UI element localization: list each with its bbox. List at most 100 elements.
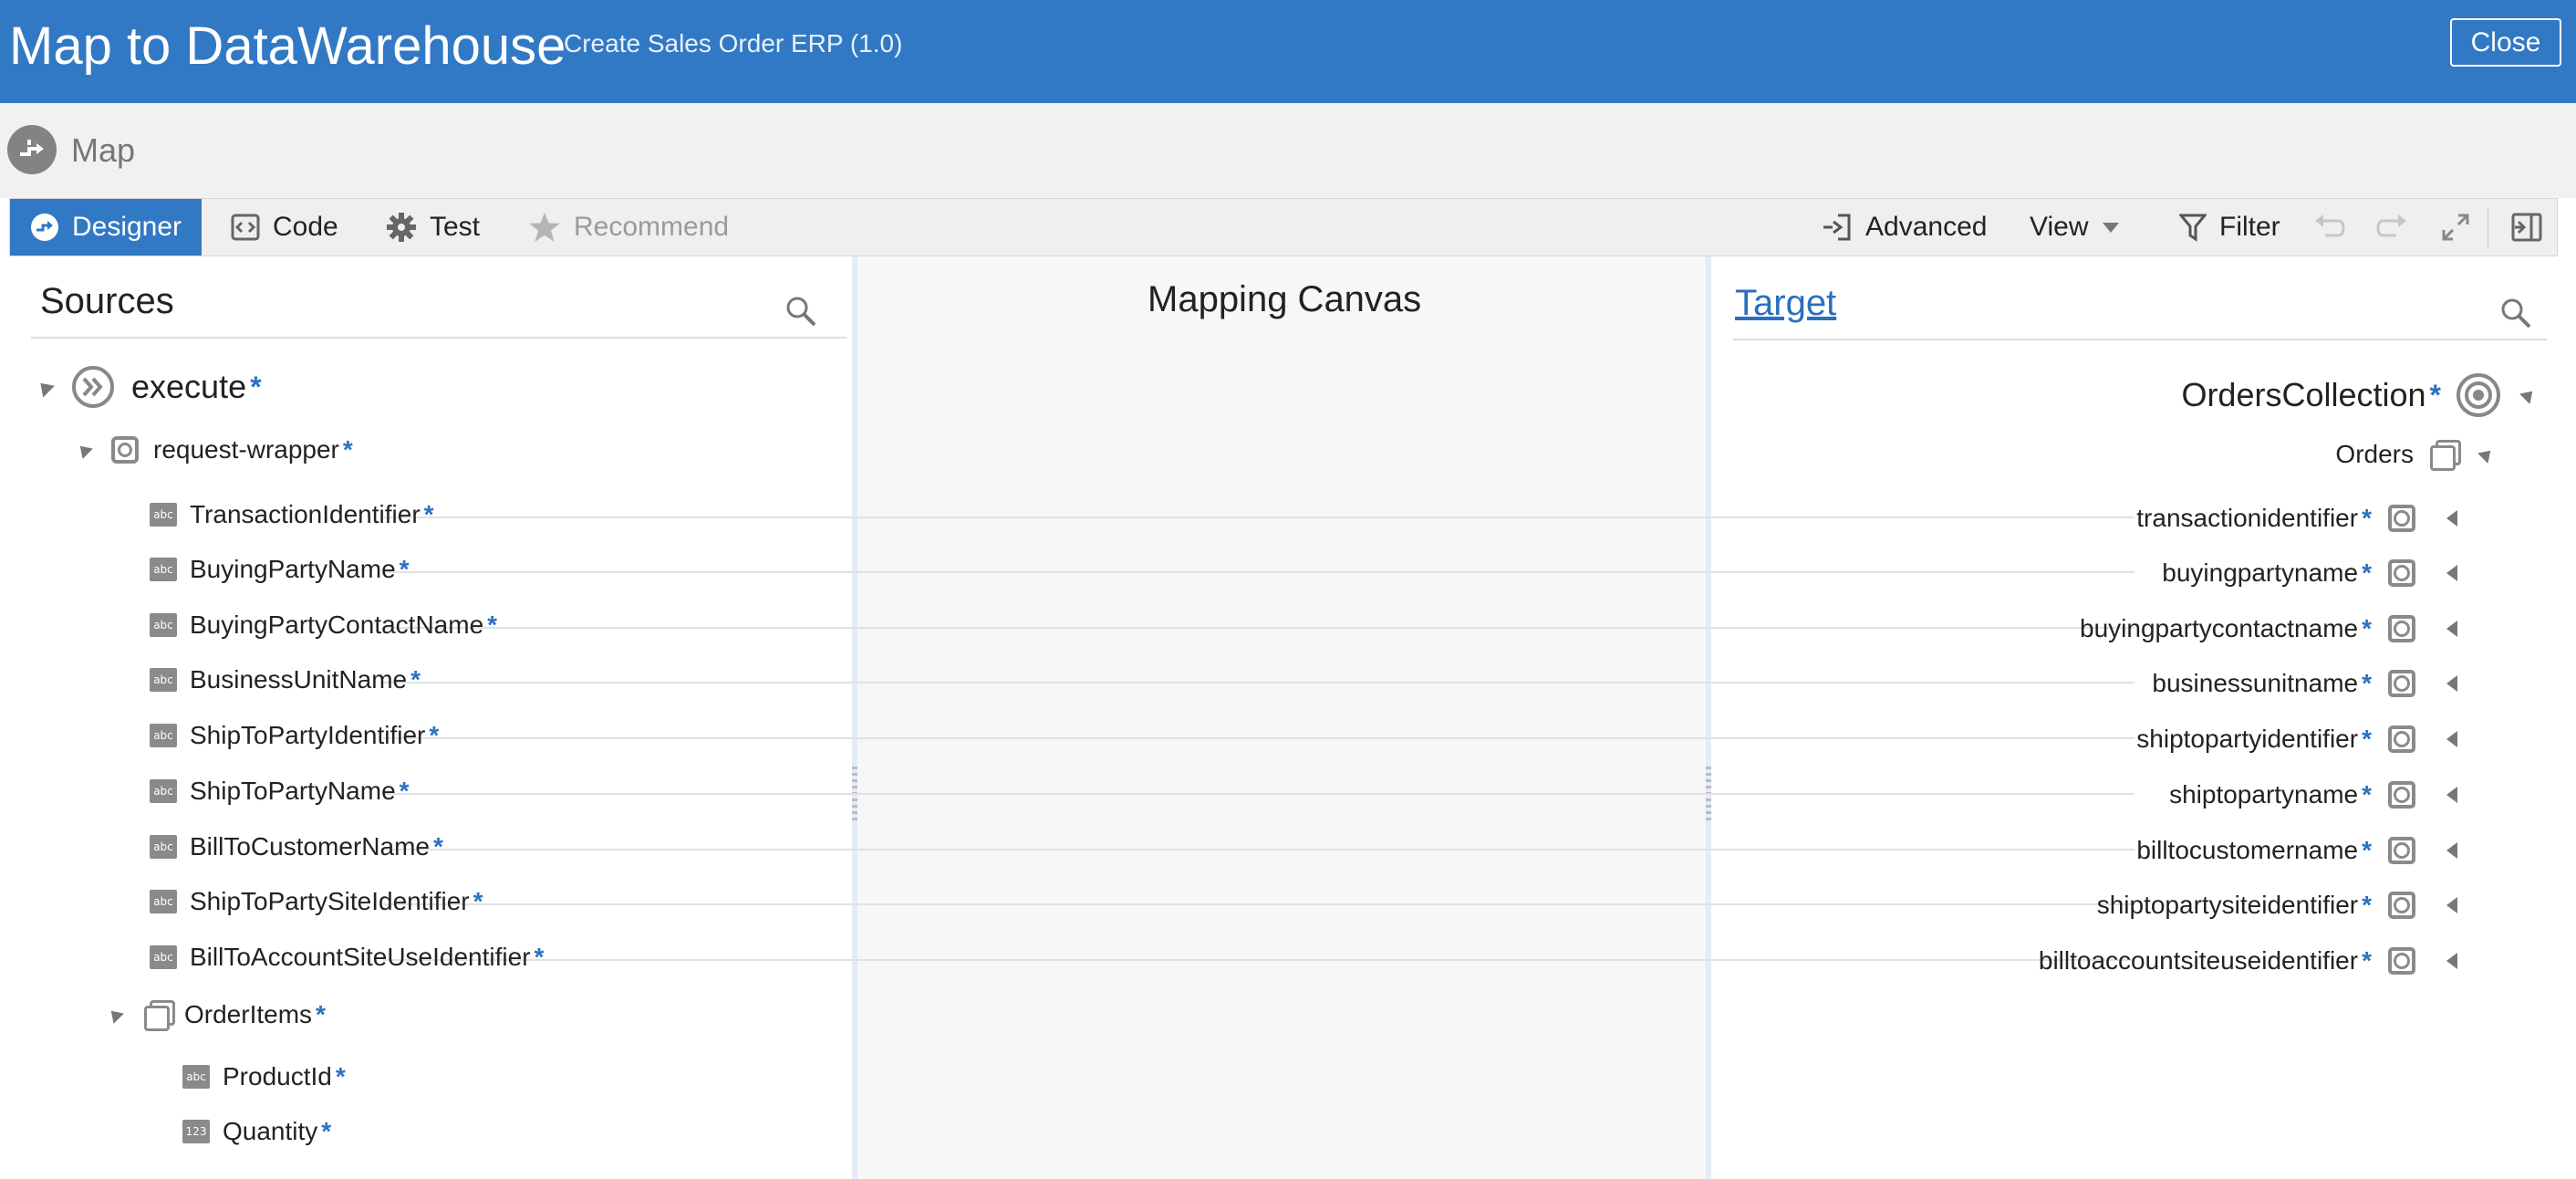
required-marker: *	[335, 1062, 346, 1090]
target-title[interactable]: Target	[1735, 280, 1836, 326]
required-marker: *	[342, 435, 353, 464]
required-marker: *	[432, 832, 443, 861]
string-type-icon: abc	[150, 945, 177, 969]
field-label: ShipToPartyName	[190, 777, 396, 805]
source-field-row[interactable]: abc BusinessUnitName *	[150, 665, 421, 694]
mapping-line[interactable]	[383, 793, 2135, 795]
tree-node-execute[interactable]: execute *	[35, 365, 262, 409]
target-field-row[interactable]: shiptopartyname *	[2169, 780, 2457, 809]
collapse-left-icon[interactable]	[2446, 675, 2457, 692]
tab-code[interactable]: Code	[231, 199, 338, 256]
string-type-icon: abc	[150, 558, 177, 581]
close-button[interactable]: Close	[2450, 18, 2561, 67]
source-field-row[interactable]: abc ShipToPartySiteIdentifier *	[150, 887, 483, 916]
collapse-left-icon[interactable]	[2446, 897, 2457, 913]
advanced-icon	[1822, 212, 1853, 243]
required-marker: *	[2362, 669, 2372, 697]
source-field-row[interactable]: abc BillToCustomerName *	[150, 832, 443, 861]
mapping-line[interactable]	[383, 682, 2135, 683]
mapping-line[interactable]	[383, 516, 2135, 518]
field-label: BusinessUnitName	[190, 665, 408, 694]
field-label: BuyingPartyContactName	[190, 610, 484, 639]
target-node-orderscollection[interactable]: OrdersCollection *	[2181, 372, 2538, 418]
source-field-row[interactable]: abc ShipToPartyIdentifier *	[150, 721, 439, 750]
redo-button[interactable]	[2376, 199, 2409, 256]
advanced-button[interactable]: Advanced	[1822, 199, 1987, 256]
collapse-left-icon[interactable]	[2446, 731, 2457, 747]
collapse-left-icon[interactable]	[2446, 953, 2457, 969]
tab-test[interactable]: Test	[386, 199, 480, 256]
tab-designer[interactable]: Designer	[10, 199, 202, 256]
string-type-icon: abc	[150, 503, 177, 527]
designer-icon	[30, 213, 59, 242]
mapping-line[interactable]	[383, 959, 2135, 961]
collapse-triangle-icon[interactable]	[2519, 386, 2538, 404]
sources-title-rule	[31, 337, 847, 339]
number-type-icon: 123	[182, 1120, 210, 1143]
collapse-triangle-icon[interactable]	[75, 441, 93, 459]
collapse-left-icon[interactable]	[2446, 787, 2457, 803]
source-field-row[interactable]: abc BuyingPartyName *	[150, 555, 410, 584]
field-node-icon	[2388, 892, 2415, 919]
required-marker: *	[2362, 780, 2372, 809]
field-node-icon	[2388, 670, 2415, 697]
required-marker: *	[2362, 891, 2372, 919]
expand-button[interactable]	[2440, 199, 2471, 256]
target-field-row[interactable]: billtoaccountsiteuseidentifier *	[2039, 946, 2457, 976]
collapse-left-icon[interactable]	[2446, 565, 2457, 581]
field-label: BillToCustomerName	[190, 832, 430, 861]
target-field-row[interactable]: buyingpartycontactname *	[2080, 614, 2457, 643]
tab-recommend[interactable]: Recommend	[528, 199, 729, 256]
chevron-down-icon	[2103, 222, 2120, 233]
field-label: BillToAccountSiteUseIdentifier	[190, 943, 531, 971]
undo-button[interactable]	[2312, 199, 2345, 256]
mapping-line[interactable]	[383, 903, 2135, 905]
target-field-row[interactable]: transactionidentifier *	[2136, 504, 2457, 533]
target-node-orders[interactable]: Orders	[2335, 440, 2496, 471]
target-field-row[interactable]: shiptopartyidentifier *	[2136, 725, 2457, 754]
field-node-icon	[2388, 947, 2415, 975]
app-header: Map to DataWarehouse Create Sales Order …	[0, 0, 2576, 103]
source-field-quantity[interactable]: 123 Quantity *	[182, 1117, 331, 1146]
target-field-row[interactable]: billtocustomername *	[2136, 836, 2457, 865]
required-marker: *	[321, 1117, 332, 1145]
map-icon	[7, 125, 57, 174]
mapping-line[interactable]	[383, 849, 2135, 850]
required-marker: *	[2362, 558, 2372, 587]
mapping-canvas[interactable]: Mapping Canvas	[853, 256, 1710, 1179]
field-label: Quantity	[223, 1117, 318, 1145]
mapping-line[interactable]	[383, 571, 2135, 573]
target-field-row[interactable]: shiptopartysiteidentifier *	[2097, 891, 2457, 920]
tree-node-request-wrapper[interactable]: request-wrapper *	[75, 435, 353, 464]
field-label: ShipToPartySiteIdentifier	[190, 887, 470, 915]
map-label: Map	[71, 131, 136, 169]
sources-search-icon[interactable]	[784, 295, 817, 328]
mapping-line[interactable]	[383, 737, 2135, 739]
toggle-panel-button[interactable]	[2511, 199, 2542, 256]
required-marker: *	[429, 721, 440, 749]
target-search-icon[interactable]	[2499, 297, 2532, 329]
collapse-triangle-icon[interactable]	[106, 1006, 124, 1024]
source-field-row[interactable]: abc BillToAccountSiteUseIdentifier *	[150, 943, 544, 972]
collapse-left-icon[interactable]	[2446, 842, 2457, 859]
mapping-line[interactable]	[383, 627, 2135, 629]
left-splitter[interactable]	[852, 256, 857, 1179]
field-label: billtoaccountsiteuseidentifier	[2038, 946, 2359, 975]
filter-button[interactable]: Filter	[2179, 199, 2280, 256]
collapse-left-icon[interactable]	[2446, 621, 2457, 637]
source-field-row[interactable]: abc BuyingPartyContactName *	[150, 610, 497, 640]
field-label: businessunitname	[2152, 669, 2359, 697]
string-type-icon: abc	[150, 835, 177, 859]
collapse-left-icon[interactable]	[2446, 510, 2457, 527]
tree-node-order-items[interactable]: OrderItems *	[106, 1000, 326, 1031]
tab-designer-label: Designer	[71, 212, 182, 242]
collapse-triangle-icon[interactable]	[2477, 445, 2496, 464]
field-node-icon	[2388, 615, 2415, 642]
source-field-row[interactable]: abc ShipToPartyName *	[150, 777, 410, 806]
target-field-row[interactable]: buyingpartyname *	[2162, 558, 2457, 588]
source-field-row[interactable]: abc TransactionIdentifier *	[150, 500, 434, 529]
source-field-productid[interactable]: abc ProductId *	[182, 1062, 346, 1091]
collapse-triangle-icon[interactable]	[35, 377, 55, 397]
view-dropdown[interactable]: View	[2030, 199, 2120, 256]
target-field-row[interactable]: businessunitname *	[2152, 669, 2457, 698]
